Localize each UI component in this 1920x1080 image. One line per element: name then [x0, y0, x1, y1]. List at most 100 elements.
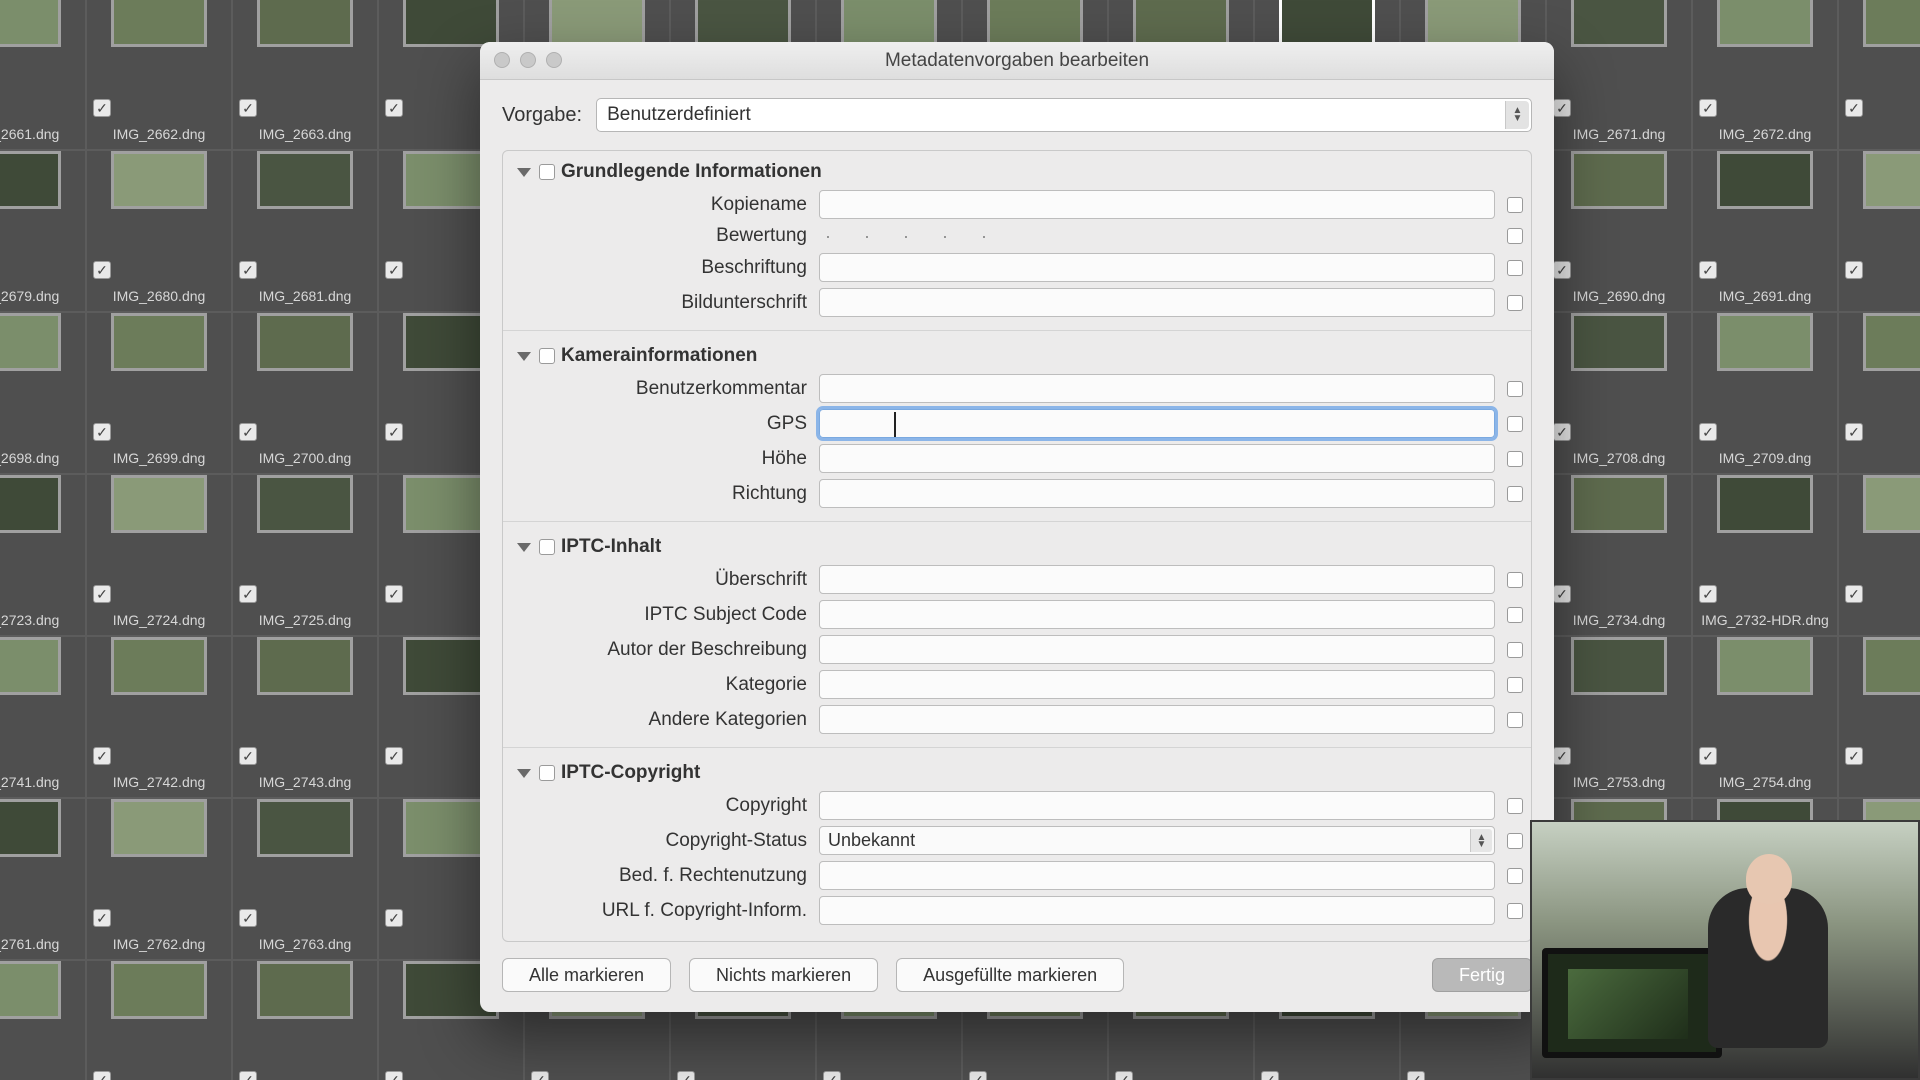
thumbnail-image[interactable] [1571, 637, 1667, 695]
section-header[interactable]: IPTC-Copyright [517, 754, 1523, 788]
thumbnail-image[interactable] [257, 0, 353, 47]
disclosure-triangle-icon[interactable] [517, 769, 531, 778]
thumbnail-image[interactable] [987, 0, 1083, 47]
thumbnail-cell[interactable]: IMG_2691.dng✓ [1692, 150, 1838, 312]
thumbnail-cell[interactable]: IMG_2725.dng✓ [232, 474, 378, 636]
thumbnail-cell[interactable]: ✓ [1838, 150, 1920, 312]
field-input[interactable] [819, 861, 1495, 890]
field-include-checkbox[interactable] [1507, 677, 1523, 693]
thumbnail-cell[interactable]: IMG_2672.dng✓ [1692, 0, 1838, 150]
thumbnail-checkbox[interactable]: ✓ [93, 585, 111, 603]
field-include-checkbox[interactable] [1507, 451, 1523, 467]
done-button[interactable]: Fertig [1432, 958, 1532, 992]
thumbnail-cell[interactable]: IMG_2732-HDR.dng✓ [1692, 474, 1838, 636]
field-include-checkbox[interactable] [1507, 642, 1523, 658]
thumbnail-checkbox[interactable]: ✓ [531, 1071, 549, 1080]
thumbnail-cell[interactable]: IMG_2708.dng✓ [1546, 312, 1692, 474]
section-header[interactable]: Kamerainformationen [517, 337, 1523, 371]
section-checkbox[interactable] [539, 765, 555, 781]
thumbnail-cell[interactable]: IMG_2699.dng✓ [86, 312, 232, 474]
thumbnail-cell[interactable]: IMG_2780.dng✓ [0, 960, 86, 1080]
thumbnail-cell[interactable]: IMG_2762.dng✓ [86, 798, 232, 960]
field-input[interactable] [819, 635, 1495, 664]
preset-select[interactable]: Benutzerdefiniert ▲▼ [596, 98, 1532, 132]
thumbnail-image[interactable] [111, 0, 207, 47]
thumbnail-image[interactable] [0, 799, 61, 857]
thumbnail-cell[interactable]: IMG_2734.dng✓ [1546, 474, 1692, 636]
thumbnail-image[interactable] [1717, 637, 1813, 695]
thumbnail-checkbox[interactable]: ✓ [969, 1071, 987, 1080]
thumbnail-checkbox[interactable]: ✓ [1699, 423, 1717, 441]
thumbnail-cell[interactable]: IMG_2754.dng✓ [1692, 636, 1838, 798]
thumbnail-checkbox[interactable]: ✓ [677, 1071, 695, 1080]
field-include-checkbox[interactable] [1507, 197, 1523, 213]
thumbnail-cell[interactable]: IMG_2781.dng✓ [86, 960, 232, 1080]
thumbnail-image[interactable] [111, 313, 207, 371]
thumbnail-cell[interactable]: IMG_2680.dng✓ [86, 150, 232, 312]
thumbnail-image[interactable] [1571, 313, 1667, 371]
minimize-window-button[interactable] [520, 52, 536, 68]
field-input[interactable] [819, 190, 1495, 219]
field-include-checkbox[interactable] [1507, 381, 1523, 397]
thumbnail-cell[interactable]: IMG_2709.dng✓ [1692, 312, 1838, 474]
thumbnail-image[interactable] [111, 637, 207, 695]
thumbnail-image[interactable] [1863, 475, 1920, 533]
thumbnail-cell[interactable]: ✓ [1838, 0, 1920, 150]
thumbnail-image[interactable] [841, 0, 937, 47]
field-include-checkbox[interactable] [1507, 798, 1523, 814]
thumbnail-image[interactable] [1571, 151, 1667, 209]
thumbnail-image[interactable] [1863, 0, 1920, 47]
thumbnail-image[interactable] [111, 799, 207, 857]
thumbnail-image[interactable] [111, 151, 207, 209]
thumbnail-cell[interactable]: IMG_2761.dng✓ [0, 798, 86, 960]
thumbnail-image[interactable] [1571, 0, 1667, 47]
thumbnail-checkbox[interactable]: ✓ [1845, 423, 1863, 441]
thumbnail-image[interactable] [403, 0, 499, 47]
field-input[interactable] [819, 705, 1495, 734]
thumbnail-checkbox[interactable]: ✓ [823, 1071, 841, 1080]
thumbnail-checkbox[interactable]: ✓ [385, 99, 403, 117]
thumbnail-checkbox[interactable]: ✓ [239, 585, 257, 603]
thumbnail-checkbox[interactable]: ✓ [1699, 261, 1717, 279]
thumbnail-checkbox[interactable]: ✓ [239, 261, 257, 279]
thumbnail-cell[interactable]: ✓ [1838, 636, 1920, 798]
field-include-checkbox[interactable] [1507, 486, 1523, 502]
thumbnail-checkbox[interactable]: ✓ [93, 423, 111, 441]
thumbnail-image[interactable] [1717, 475, 1813, 533]
rating-field[interactable]: · · · · · [819, 226, 1495, 247]
thumbnail-cell[interactable]: IMG_2698.dng✓ [0, 312, 86, 474]
thumbnail-image[interactable] [1717, 313, 1813, 371]
dialog-titlebar[interactable]: Metadatenvorgaben bearbeiten [480, 42, 1554, 80]
thumbnail-checkbox[interactable]: ✓ [1115, 1071, 1133, 1080]
field-include-checkbox[interactable] [1507, 833, 1523, 849]
thumbnail-image[interactable] [0, 0, 61, 47]
field-select[interactable]: Unbekannt▲▼ [819, 826, 1495, 855]
thumbnail-checkbox[interactable]: ✓ [93, 747, 111, 765]
thumbnail-checkbox[interactable]: ✓ [93, 261, 111, 279]
thumbnail-checkbox[interactable]: ✓ [385, 1071, 403, 1080]
thumbnail-checkbox[interactable]: ✓ [93, 1071, 111, 1080]
field-input[interactable] [819, 565, 1495, 594]
select-filled-button[interactable]: Ausgefüllte markieren [896, 958, 1124, 992]
thumbnail-checkbox[interactable]: ✓ [385, 585, 403, 603]
disclosure-triangle-icon[interactable] [517, 543, 531, 552]
thumbnail-checkbox[interactable]: ✓ [1553, 747, 1571, 765]
thumbnail-cell[interactable]: IMG_2661.dng✓ [0, 0, 86, 150]
thumbnail-image[interactable] [1425, 0, 1521, 47]
thumbnail-image[interactable] [1863, 637, 1920, 695]
thumbnail-cell[interactable]: IMG_2700.dng✓ [232, 312, 378, 474]
thumbnail-checkbox[interactable]: ✓ [239, 909, 257, 927]
field-input[interactable] [819, 444, 1495, 473]
thumbnail-checkbox[interactable]: ✓ [1553, 99, 1571, 117]
thumbnail-image[interactable] [111, 475, 207, 533]
thumbnail-checkbox[interactable]: ✓ [239, 747, 257, 765]
thumbnail-checkbox[interactable]: ✓ [1699, 585, 1717, 603]
thumbnail-image[interactable] [257, 151, 353, 209]
disclosure-triangle-icon[interactable] [517, 352, 531, 361]
thumbnail-image[interactable] [695, 0, 791, 47]
thumbnail-checkbox[interactable]: ✓ [385, 909, 403, 927]
thumbnail-checkbox[interactable]: ✓ [385, 747, 403, 765]
thumbnail-checkbox[interactable]: ✓ [93, 99, 111, 117]
field-input[interactable] [819, 479, 1495, 508]
thumbnail-checkbox[interactable]: ✓ [239, 99, 257, 117]
